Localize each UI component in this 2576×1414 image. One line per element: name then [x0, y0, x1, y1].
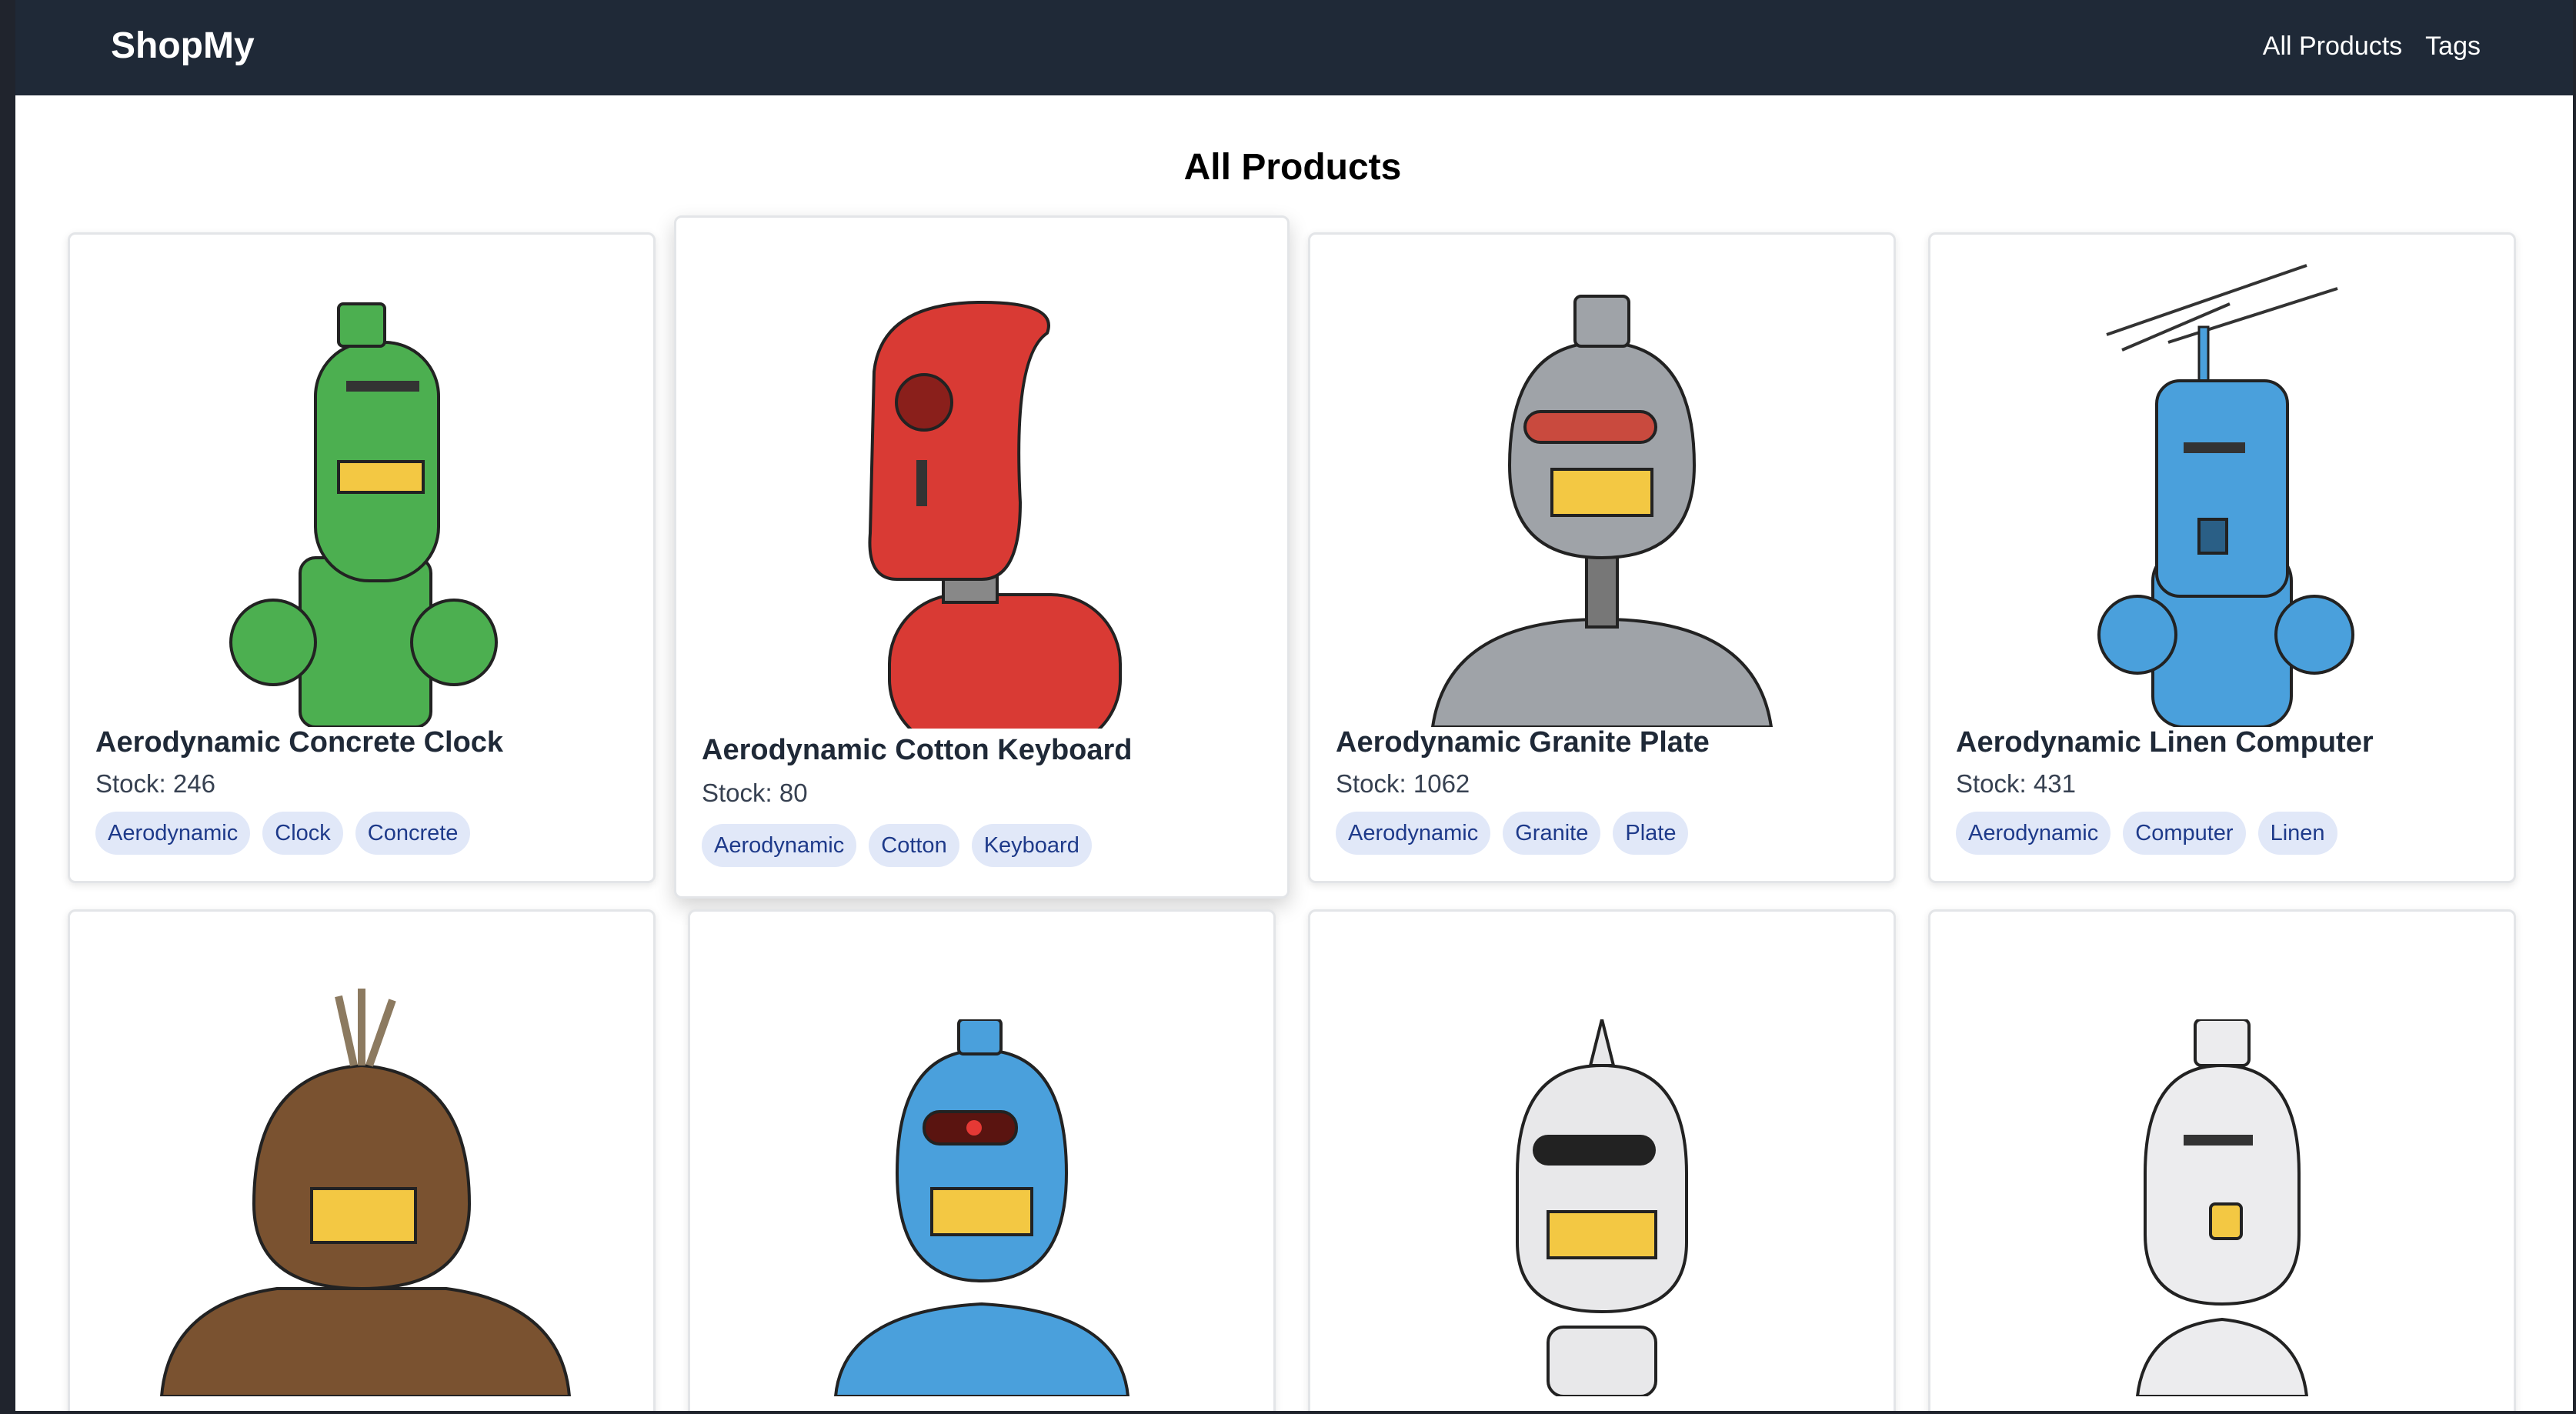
product-image — [676, 272, 1287, 729]
nav-all-products[interactable]: All Products — [2263, 28, 2402, 65]
tag-chip[interactable]: Aerodynamic — [95, 812, 251, 855]
nav-links: All Products Tags — [2263, 28, 2481, 65]
product-card[interactable] — [688, 909, 1276, 1411]
product-stock: Stock: 431 — [1956, 769, 2076, 798]
tag-chip[interactable]: Concrete — [355, 812, 471, 855]
product-card[interactable]: Aerodynamic Concrete Clock Stock: 246 Ae… — [68, 232, 656, 883]
product-tags: Aerodynamic Clock Concrete — [95, 812, 471, 855]
top-navbar: ShopMy All Products Tags — [15, 0, 2573, 95]
tag-chip[interactable]: Cotton — [869, 824, 959, 867]
product-card[interactable]: Aerodynamic Linen Computer Stock: 431 Ae… — [1928, 232, 2516, 883]
product-stock: Stock: 246 — [95, 769, 215, 798]
product-image — [1310, 281, 1894, 727]
tag-chip[interactable]: Keyboard — [971, 824, 1092, 867]
tag-chip[interactable]: Linen — [2257, 812, 2337, 855]
product-name[interactable]: Aerodynamic Granite Plate — [1336, 724, 1878, 761]
page-title: All Products — [1183, 147, 1402, 188]
product-image — [1930, 258, 2514, 727]
product-name[interactable]: Aerodynamic Cotton Keyboard — [702, 732, 1272, 769]
nav-tags[interactable]: Tags — [2425, 28, 2481, 65]
product-stock: Stock: 1062 — [1336, 769, 1470, 798]
product-card[interactable] — [1308, 909, 1896, 1411]
product-image — [70, 981, 653, 1396]
tag-chip[interactable]: Aerodynamic — [1956, 812, 2111, 855]
product-image — [1310, 1019, 1894, 1396]
product-name[interactable]: Aerodynamic Linen Computer — [1956, 724, 2498, 761]
product-stock: Stock: 80 — [702, 779, 808, 807]
tag-chip[interactable]: Granite — [1503, 812, 1601, 855]
brand-logo-link[interactable]: ShopMy — [111, 22, 255, 71]
tag-chip[interactable]: Computer — [2123, 812, 2246, 855]
product-tags: Aerodynamic Computer Linen — [1956, 812, 2337, 855]
product-image — [1930, 1019, 2514, 1396]
product-card[interactable]: Aerodynamic Granite Plate Stock: 1062 Ae… — [1308, 232, 1896, 883]
product-image — [690, 1019, 1273, 1396]
browser-window: ShopMy All Products Tags All Products Ae… — [15, 0, 2573, 1411]
product-tags: Aerodynamic Cotton Keyboard — [702, 824, 1092, 867]
product-name[interactable]: Aerodynamic Concrete Clock — [95, 724, 638, 761]
product-card[interactable] — [68, 909, 656, 1411]
product-tags: Aerodynamic Granite Plate — [1336, 812, 1689, 855]
product-card[interactable] — [1928, 909, 2516, 1411]
tag-chip[interactable]: Aerodynamic — [702, 824, 857, 867]
tag-chip[interactable]: Aerodynamic — [1336, 812, 1491, 855]
tag-chip[interactable]: Plate — [1613, 812, 1689, 855]
product-card[interactable]: Aerodynamic Cotton Keyboard Stock: 80 Ae… — [674, 215, 1290, 899]
product-image — [70, 281, 653, 727]
tag-chip[interactable]: Clock — [262, 812, 343, 855]
